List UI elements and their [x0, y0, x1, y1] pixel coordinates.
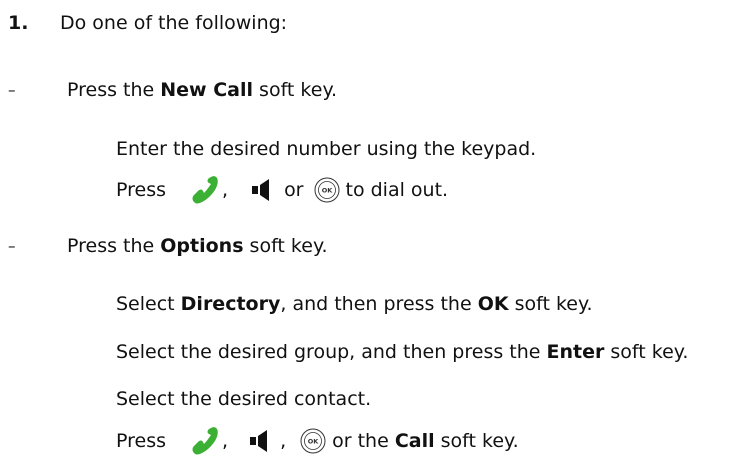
ok-softkey-label: OK [477, 293, 509, 315]
step-number: 1. [8, 12, 29, 34]
substep-dial-out: Press , or OK to dial out. [116, 174, 448, 206]
step-intro: Do one of the following: [60, 12, 288, 34]
step-header: 1. Do one of the following: [8, 10, 287, 36]
svg-text:OK: OK [308, 438, 320, 446]
substep-select-directory: Select Directory, and then press the OK … [116, 293, 593, 315]
call-softkey-label: Call [394, 430, 435, 452]
enter-softkey-label: Enter [546, 341, 605, 363]
svg-text:OK: OK [321, 187, 333, 195]
handset-icon [192, 427, 218, 455]
directory-label: Directory [180, 293, 281, 315]
ok-key-icon: OK [314, 177, 339, 203]
option-dash: – [8, 81, 16, 99]
substep-enter-number: Enter the desired number using the keypa… [116, 138, 537, 160]
option-new-call: – Press the New Call soft key. [8, 77, 337, 103]
substep-select-contact: Select the desired contact. [116, 388, 372, 410]
options-softkey-label: Options [160, 235, 244, 257]
substep-select-group: Select the desired group, and then press… [116, 341, 689, 363]
option-text: Press the Options soft key. [67, 235, 328, 257]
option-text: Press the New Call soft key. [67, 79, 338, 101]
speakerphone-icon [252, 179, 270, 201]
option-dash: – [8, 237, 16, 255]
option-options: – Press the Options soft key. [8, 233, 328, 259]
ok-key-icon: OK [300, 428, 326, 454]
new-call-softkey-label: New Call [160, 79, 254, 101]
handset-icon [192, 176, 218, 204]
speakerphone-icon [250, 430, 268, 452]
substep-place-call: Press , , OK or the Call soft key. [116, 425, 519, 457]
